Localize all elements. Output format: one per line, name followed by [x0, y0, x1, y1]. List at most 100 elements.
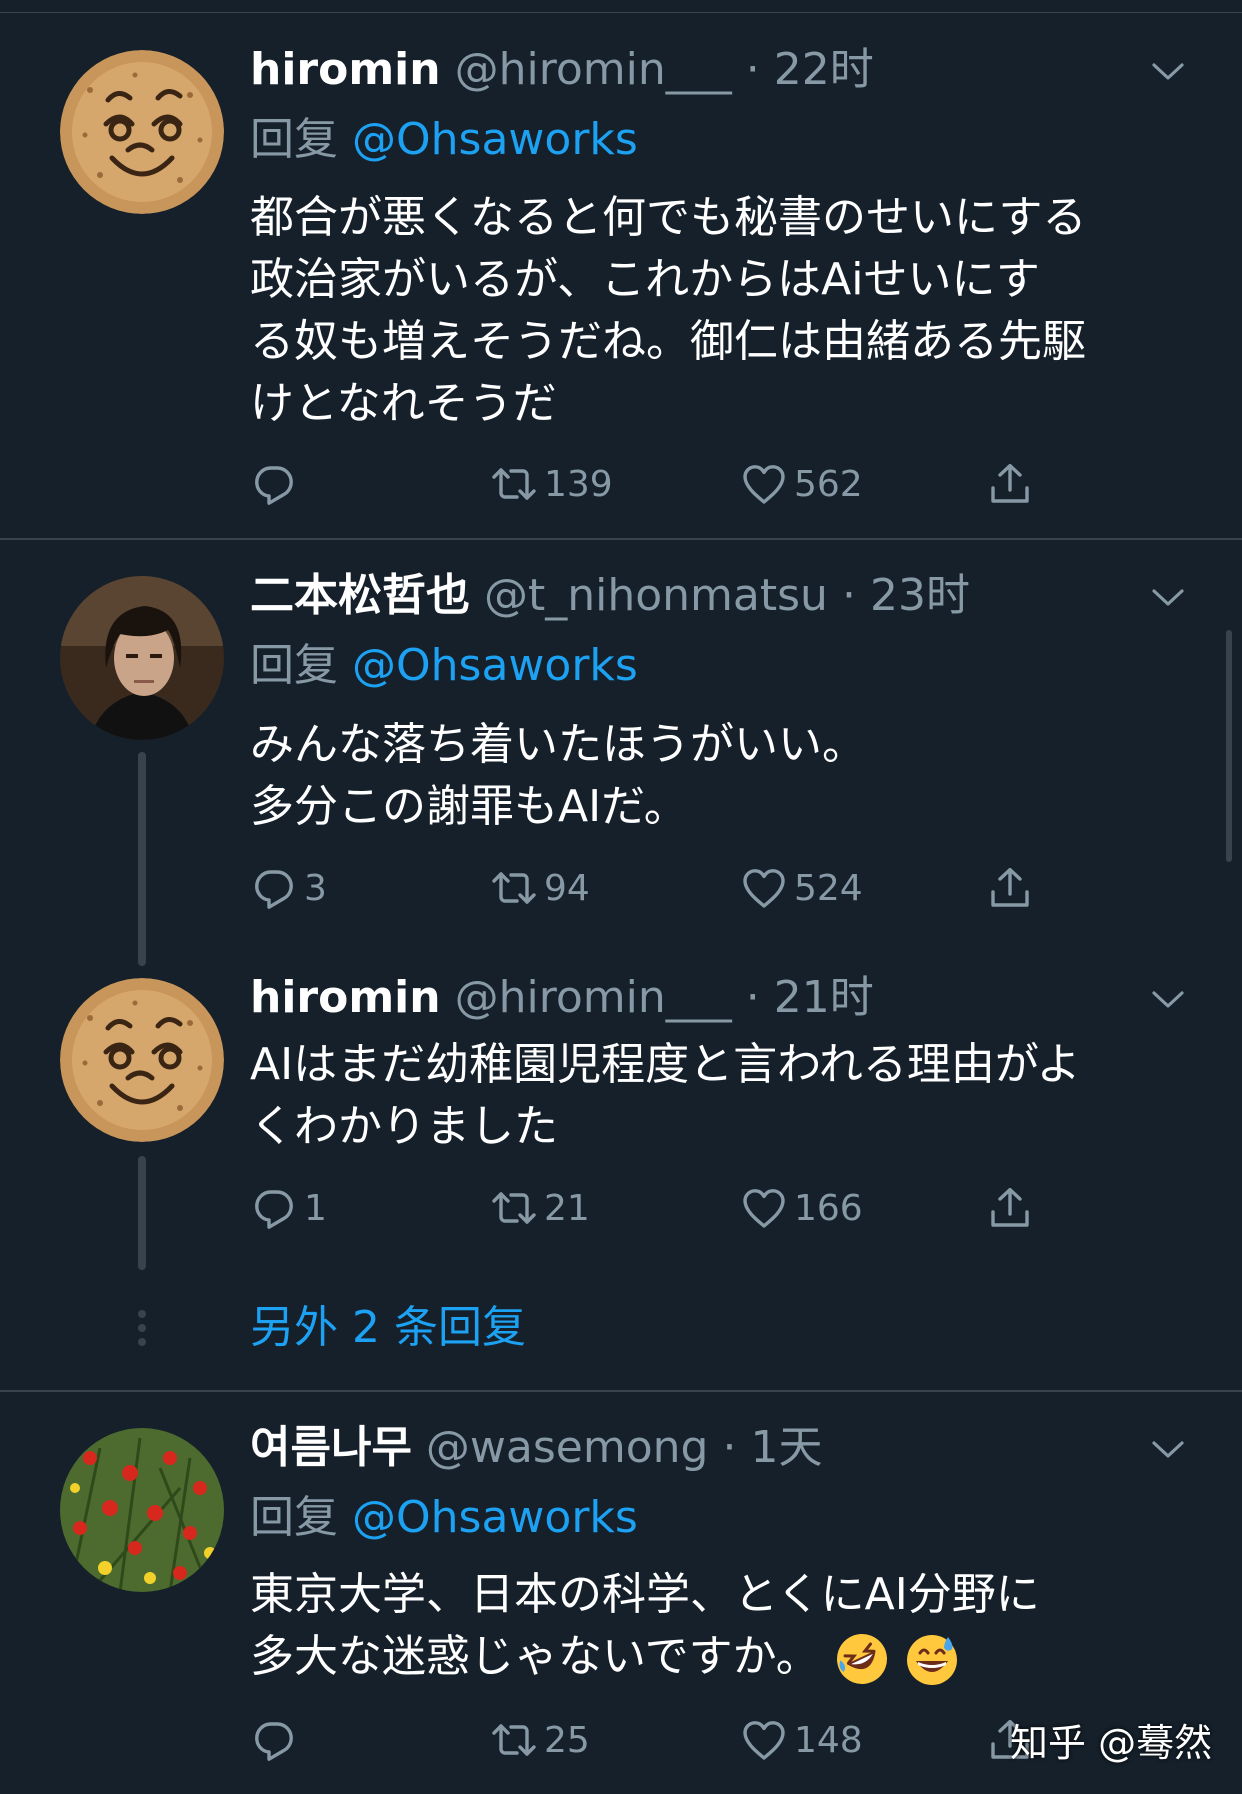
tweet-header: hiromin @hiromin___ · 22时: [250, 42, 874, 98]
tweet-header: hiromin @hiromin___ · 21时: [250, 970, 874, 1026]
retweet-count: 21: [544, 1187, 590, 1229]
watermark: 知乎 @蓦然: [1010, 1721, 1213, 1765]
chevron-down-icon[interactable]: [1148, 986, 1188, 1014]
tweet-text-line: 東京大学、日本の科学、とくにAI分野に: [250, 1569, 1040, 1620]
reply-prefix: 回复: [250, 1492, 338, 1543]
avatar[interactable]: [60, 50, 224, 214]
reply-mention-link[interactable]: @Ohsaworks: [352, 1492, 638, 1543]
rolling-on-floor-laughing-icon: [834, 1631, 890, 1687]
reply-mention-link[interactable]: @Ohsaworks: [352, 640, 638, 691]
reply-button[interactable]: 3: [250, 860, 327, 916]
display-name[interactable]: hiromin: [250, 972, 441, 1023]
reply-prefix: 回复: [250, 114, 338, 165]
retweet-button[interactable]: 139: [490, 456, 613, 512]
chevron-down-icon[interactable]: [1148, 584, 1188, 612]
user-handle[interactable]: @hiromin___: [455, 44, 732, 95]
reply-button[interactable]: [250, 456, 304, 512]
avatar[interactable]: [60, 576, 224, 740]
action-bar: 25 148: [250, 1712, 1050, 1768]
tweet-text-line: 政治家がいるが、これからはAiせいにす: [250, 254, 1040, 305]
avatar[interactable]: [60, 1428, 224, 1592]
like-count: 148: [794, 1719, 863, 1761]
scrollbar[interactable]: [1226, 630, 1232, 862]
show-more-replies-link[interactable]: 另外 2 条回复: [250, 1300, 526, 1356]
reply-icon: [250, 460, 298, 508]
avatar[interactable]: [60, 978, 224, 1142]
reply-prefix: 回复: [250, 640, 338, 691]
retweet-button[interactable]: 21: [490, 1180, 590, 1236]
like-count: 166: [794, 1187, 863, 1229]
retweet-count: 25: [544, 1719, 590, 1761]
reply-button[interactable]: 1: [250, 1180, 327, 1236]
reply-count: 3: [304, 867, 327, 909]
timestamp[interactable]: 21时: [774, 972, 874, 1023]
tweet-text: 東京大学、日本の科学、とくにAI分野に 多大な迷惑じゃないですか。: [250, 1564, 1190, 1688]
tweet-header: 여름나무 @wasemong · 1天: [250, 1420, 822, 1476]
avatar-image: [60, 978, 224, 1142]
like-button[interactable]: 166: [740, 1180, 863, 1236]
display-name[interactable]: 여름나무: [250, 1422, 412, 1473]
retweet-icon: [490, 1184, 538, 1232]
reply-context: 回复 @Ohsaworks: [250, 638, 638, 694]
like-button[interactable]: 148: [740, 1712, 863, 1768]
tweet-text-line: 多分この謝罪もAIだ。: [250, 781, 688, 832]
action-bar: 3 94 524: [250, 860, 1050, 916]
top-divider: [0, 12, 1242, 13]
share-icon: [986, 1184, 1034, 1232]
user-handle[interactable]: @wasemong: [426, 1422, 709, 1473]
chevron-down-icon[interactable]: [1148, 1436, 1188, 1464]
thread-line: [138, 1156, 146, 1270]
like-count: 562: [794, 463, 863, 505]
timestamp[interactable]: 1天: [750, 1422, 822, 1473]
avatar-image: [60, 576, 224, 740]
like-icon: [740, 1184, 788, 1232]
separator-dot: ·: [745, 44, 760, 95]
retweet-count: 139: [544, 463, 613, 505]
retweet-button[interactable]: 94: [490, 860, 590, 916]
divider: [0, 538, 1242, 540]
tweet-text-line: みんな落ち着いたほうがいい。: [250, 719, 866, 770]
share-icon: [986, 460, 1034, 508]
avatar-image: [60, 1428, 224, 1592]
separator-dot: ·: [722, 1422, 737, 1473]
user-handle[interactable]: @hiromin___: [455, 972, 732, 1023]
separator-dot: ·: [841, 570, 856, 621]
like-icon: [740, 1716, 788, 1764]
tweet-text: AIはまだ幼稚園児程度と言われる理由がよ くわかりました: [250, 1034, 1190, 1158]
avatar-image: [60, 50, 224, 214]
tweet-text: 都合が悪くなると何でも秘書のせいにする 政治家がいるが、これからはAiせいにす …: [250, 187, 1190, 435]
like-button[interactable]: 562: [740, 456, 863, 512]
retweet-button[interactable]: 25: [490, 1712, 590, 1768]
retweet-icon: [490, 460, 538, 508]
share-button[interactable]: [986, 860, 1034, 916]
action-bar: 1 21 166: [250, 1180, 1050, 1236]
display-name[interactable]: 二本松哲也: [250, 570, 470, 621]
retweet-icon: [490, 1716, 538, 1764]
retweet-count: 94: [544, 867, 590, 909]
reply-icon: [250, 1716, 298, 1764]
reply-context: 回复 @Ohsaworks: [250, 112, 638, 168]
share-icon: [986, 864, 1034, 912]
reply-icon: [250, 1184, 298, 1232]
retweet-icon: [490, 864, 538, 912]
share-button[interactable]: [986, 1180, 1034, 1236]
like-icon: [740, 460, 788, 508]
tweet-text-line: AIはまだ幼稚園児程度と言われる理由がよ: [250, 1039, 1081, 1090]
tweet-text-line: 都合が悪くなると何でも秘書のせいにする: [250, 192, 1087, 243]
grinning-sweat-icon: [904, 1631, 960, 1687]
timestamp[interactable]: 22时: [774, 44, 874, 95]
user-handle[interactable]: @t_nihonmatsu: [484, 570, 828, 621]
like-icon: [740, 864, 788, 912]
action-bar: 139 562: [250, 456, 1050, 512]
share-button[interactable]: [986, 456, 1034, 512]
timestamp[interactable]: 23时: [870, 570, 970, 621]
thread-line: [138, 752, 146, 966]
display-name[interactable]: hiromin: [250, 44, 441, 95]
chevron-down-icon[interactable]: [1148, 58, 1188, 86]
tweet-text-line: 多大な迷惑じゃないですか。: [250, 1631, 820, 1682]
reply-button[interactable]: [250, 1712, 304, 1768]
reply-context: 回复 @Ohsaworks: [250, 1490, 638, 1546]
like-button[interactable]: 524: [740, 860, 863, 916]
reply-mention-link[interactable]: @Ohsaworks: [352, 114, 638, 165]
tweet-text-line: けとなれそうだ: [250, 378, 557, 429]
